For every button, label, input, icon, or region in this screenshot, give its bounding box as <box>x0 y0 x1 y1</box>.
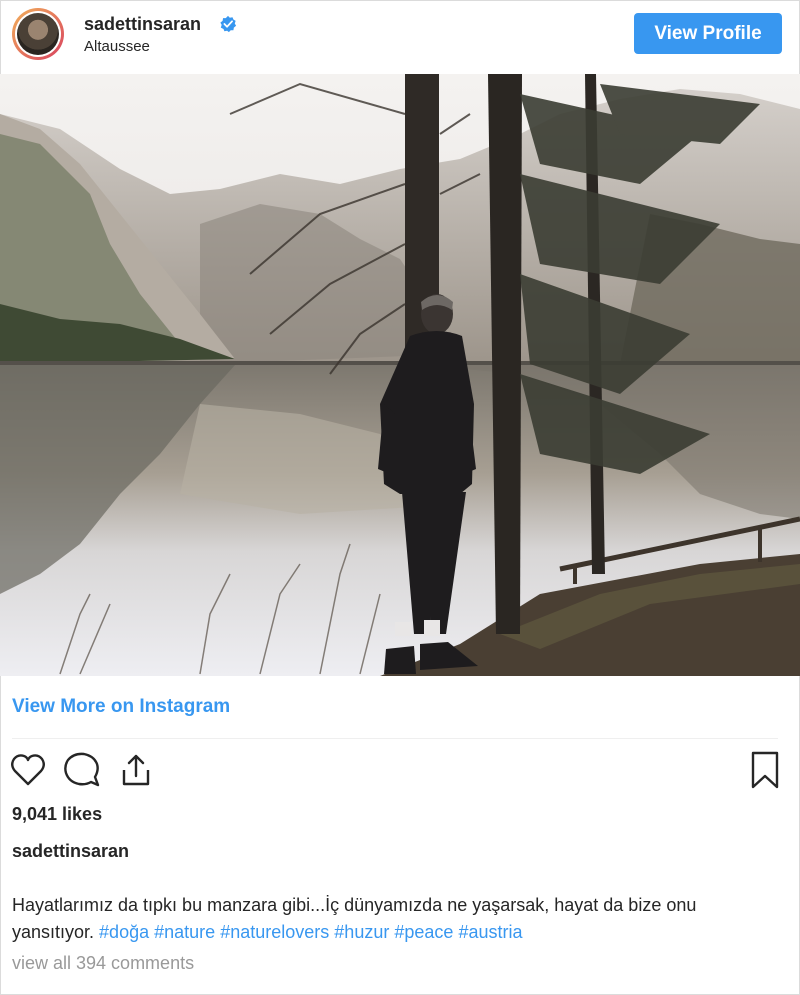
hashtag-nature[interactable]: #nature <box>154 922 215 942</box>
verified-badge-icon <box>220 15 237 33</box>
share-icon[interactable] <box>116 750 156 790</box>
hashtag-peace[interactable]: #peace <box>394 922 453 942</box>
view-profile-button[interactable]: View Profile <box>634 13 782 54</box>
divider <box>12 738 778 739</box>
hashtag-austria[interactable]: #austria <box>458 922 522 942</box>
caption-username[interactable]: sadettinsaran <box>12 841 129 862</box>
likes-count[interactable]: 9,041 likes <box>12 804 102 825</box>
comment-bubble-icon[interactable] <box>62 750 102 790</box>
hashtag-doga[interactable]: #doğa <box>99 922 149 942</box>
post-photo[interactable] <box>0 74 800 676</box>
hashtag-huzur[interactable]: #huzur <box>334 922 389 942</box>
heart-icon[interactable] <box>8 750 48 790</box>
location[interactable]: Altaussee <box>84 38 150 55</box>
bookmark-icon[interactable] <box>745 750 785 790</box>
view-all-comments-link[interactable]: view all 394 comments <box>12 953 194 974</box>
caption: Hayatlarımız da tıpkı bu manzara gibi...… <box>12 892 782 946</box>
view-more-on-instagram-link[interactable]: View More on Instagram <box>12 696 230 718</box>
avatar[interactable] <box>12 8 64 60</box>
hashtag-naturelovers[interactable]: #naturelovers <box>220 922 329 942</box>
username[interactable]: sadettinsaran <box>84 14 201 35</box>
post-header: sadettinsaran Altaussee View Profile <box>0 0 800 72</box>
